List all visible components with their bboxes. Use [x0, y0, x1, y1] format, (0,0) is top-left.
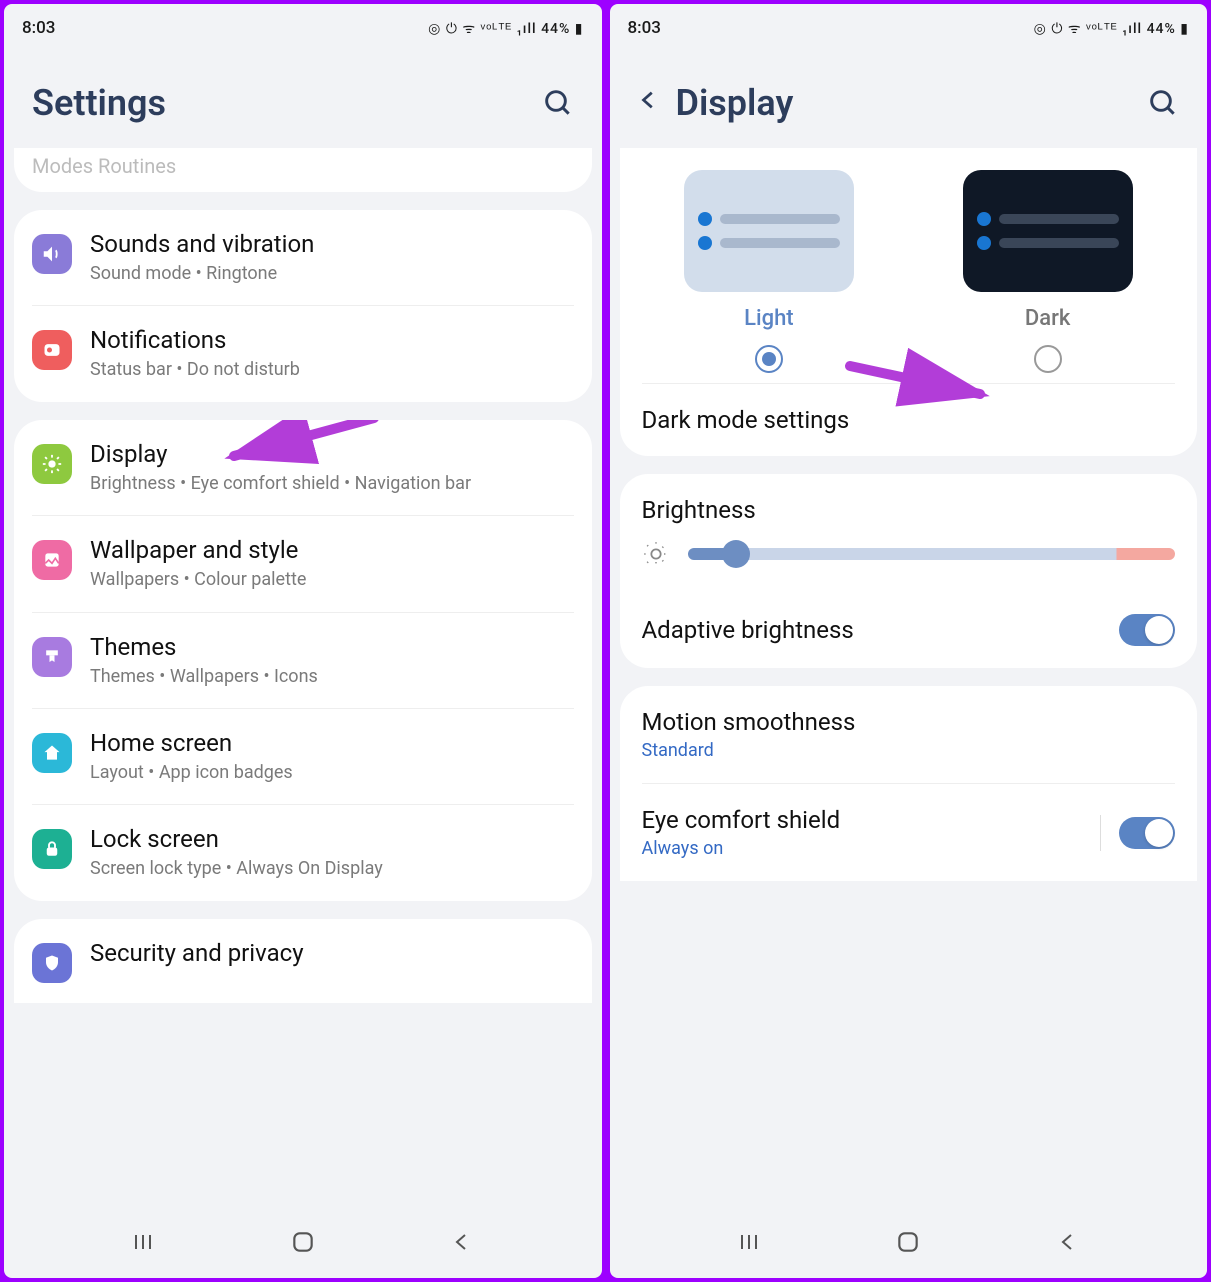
search-icon[interactable] [542, 87, 574, 119]
light-radio[interactable] [755, 345, 783, 373]
page-title: Settings [32, 82, 166, 124]
status-time: 8:03 [22, 18, 55, 38]
nav-back[interactable] [1056, 1230, 1080, 1258]
item-title: Security and privacy [90, 939, 574, 967]
item-title: Notifications [90, 326, 574, 354]
light-label: Light [744, 306, 794, 331]
nav-home[interactable] [895, 1229, 921, 1259]
settings-list: Modes Routines Sounds and vibration Soun… [4, 148, 602, 1210]
nav-back[interactable] [450, 1230, 474, 1258]
nav-recents[interactable] [737, 1230, 761, 1258]
eye-comfort-shield[interactable]: Eye comfort shield Always on [642, 783, 1176, 881]
theme-light[interactable]: Light [643, 170, 894, 373]
sound-icon [32, 234, 72, 274]
item-title: Sounds and vibration [90, 230, 574, 258]
header: Settings [4, 52, 602, 148]
security-icon [32, 943, 72, 983]
back-button[interactable] [638, 86, 660, 121]
settings-item-sounds[interactable]: Sounds and vibration Sound mode • Ringto… [14, 210, 592, 305]
item-title: Themes [90, 633, 574, 661]
item-title: Display [90, 440, 574, 468]
notif-icon [32, 330, 72, 370]
dark-radio[interactable] [1034, 345, 1062, 373]
slider-thumb[interactable] [722, 540, 750, 568]
settings-item-home[interactable]: Home screen Layout • App icon badges [32, 708, 574, 804]
nav-bar [610, 1210, 1208, 1278]
nav-bar [4, 1210, 602, 1278]
settings-item-lock[interactable]: Lock screen Screen lock type • Always On… [32, 804, 574, 900]
lock-icon [32, 829, 72, 869]
header: Display [610, 52, 1208, 148]
nav-home[interactable] [290, 1229, 316, 1259]
status-time: 8:03 [628, 18, 661, 38]
brightness-slider[interactable] [688, 548, 1176, 560]
eye-toggle[interactable] [1119, 817, 1175, 849]
home-icon [32, 733, 72, 773]
item-subtitle: Layout • App icon badges [90, 761, 574, 784]
divider [1100, 815, 1101, 851]
phone-right: 8:03 ◎ ⏻ ᯤ ᵛᵒᴸᵀᴱ ₁ıll 44% ▮ Display Ligh… [610, 4, 1208, 1278]
adaptive-brightness[interactable]: Adaptive brightness [620, 592, 1198, 668]
faded-row: Modes Routines [14, 148, 592, 192]
status-icons: ◎ ⏻ ᯤ ᵛᵒᴸᵀᴱ ₁ıll 44% ▮ [428, 19, 583, 38]
item-title: Home screen [90, 729, 574, 757]
search-icon[interactable] [1147, 87, 1179, 119]
brightness-slider-row [620, 530, 1198, 592]
item-subtitle: Status bar • Do not disturb [90, 358, 574, 381]
item-title: Lock screen [90, 825, 574, 853]
phone-left: 8:03 ◎ ⏻ ᯤ ᵛᵒᴸᵀᴱ ₁ıll 44% ▮ Settings Mod… [4, 4, 602, 1278]
brightness-icon [642, 540, 670, 568]
wallpaper-icon [32, 540, 72, 580]
light-preview [684, 170, 854, 292]
themes-icon [32, 637, 72, 677]
settings-item-display[interactable]: Display Brightness • Eye comfort shield … [14, 420, 592, 515]
settings-item-wallpaper[interactable]: Wallpaper and style Wallpapers • Colour … [32, 515, 574, 611]
dark-label: Dark [1025, 306, 1070, 331]
settings-item-notifications[interactable]: Notifications Status bar • Do not distur… [32, 305, 574, 401]
settings-item-security[interactable]: Security and privacy [14, 919, 592, 1003]
page-title: Display [676, 82, 794, 124]
brightness-row: Brightness [620, 474, 1198, 530]
status-bar: 8:03 ◎ ⏻ ᯤ ᵛᵒᴸᵀᴱ ₁ıll 44% ▮ [610, 4, 1208, 52]
item-subtitle: Screen lock type • Always On Display [90, 857, 574, 880]
theme-dark[interactable]: Dark [922, 170, 1173, 373]
adaptive-toggle[interactable] [1119, 614, 1175, 646]
item-subtitle: Sound mode • Ringtone [90, 262, 574, 285]
status-icons: ◎ ⏻ ᯤ ᵛᵒᴸᵀᴱ ₁ıll 44% ▮ [1034, 19, 1189, 38]
nav-recents[interactable] [131, 1230, 155, 1258]
item-title: Wallpaper and style [90, 536, 574, 564]
dark-mode-settings[interactable]: Dark mode settings [642, 383, 1176, 456]
motion-smoothness[interactable]: Motion smoothness Standard [620, 686, 1198, 783]
item-subtitle: Wallpapers • Colour palette [90, 568, 574, 591]
item-subtitle: Brightness • Eye comfort shield • Naviga… [90, 472, 574, 495]
status-bar: 8:03 ◎ ⏻ ᯤ ᵛᵒᴸᵀᴱ ₁ıll 44% ▮ [4, 4, 602, 52]
display-settings: Light Dark Dark mode settings [610, 148, 1208, 1210]
theme-selector: Light Dark [620, 148, 1198, 383]
display-icon [32, 444, 72, 484]
settings-item-themes[interactable]: Themes Themes • Wallpapers • Icons [32, 612, 574, 708]
item-subtitle: Themes • Wallpapers • Icons [90, 665, 574, 688]
dark-preview [963, 170, 1133, 292]
